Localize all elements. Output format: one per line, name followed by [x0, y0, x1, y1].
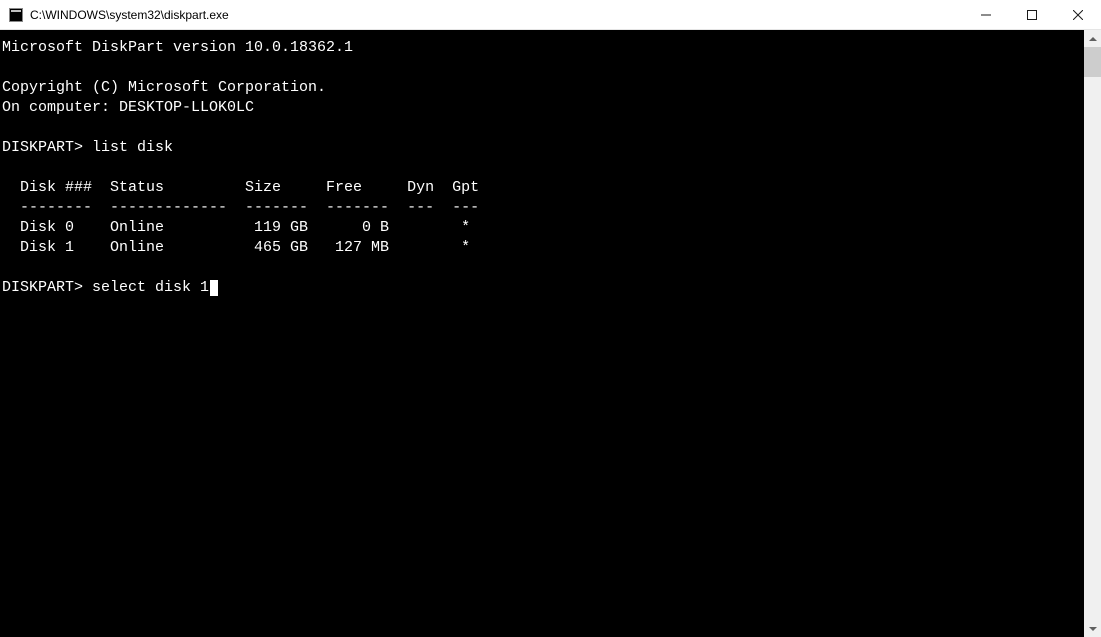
app-icon	[8, 7, 24, 23]
prompt: DISKPART>	[2, 139, 83, 156]
cursor	[210, 280, 218, 296]
window-title: C:\WINDOWS\system32\diskpart.exe	[30, 8, 963, 22]
scroll-up-arrow-icon[interactable]	[1084, 30, 1101, 47]
scroll-track[interactable]	[1084, 47, 1101, 620]
table-header: Disk ### Status Size Free Dyn Gpt	[2, 179, 479, 196]
minimize-button[interactable]	[963, 0, 1009, 29]
window-controls	[963, 0, 1101, 29]
table-divider: -------- ------------- ------- ------- -…	[2, 199, 479, 216]
scroll-down-arrow-icon[interactable]	[1084, 620, 1101, 637]
command-list-disk: list disk	[92, 139, 173, 156]
maximize-button[interactable]	[1009, 0, 1055, 29]
command-select-disk: select disk 1	[92, 279, 209, 296]
vertical-scrollbar[interactable]	[1084, 30, 1101, 637]
table-row: Disk 0 Online 119 GB 0 B *	[2, 219, 470, 236]
table-row: Disk 1 Online 465 GB 127 MB *	[2, 239, 470, 256]
close-button[interactable]	[1055, 0, 1101, 29]
scroll-thumb[interactable]	[1084, 47, 1101, 77]
titlebar: C:\WINDOWS\system32\diskpart.exe	[0, 0, 1101, 30]
copyright-line: Copyright (C) Microsoft Corporation.	[2, 79, 326, 96]
console-output[interactable]: Microsoft DiskPart version 10.0.18362.1 …	[0, 30, 1084, 637]
version-line: Microsoft DiskPart version 10.0.18362.1	[2, 39, 353, 56]
prompt: DISKPART>	[2, 279, 83, 296]
computer-line: On computer: DESKTOP-LLOK0LC	[2, 99, 254, 116]
console-container: Microsoft DiskPart version 10.0.18362.1 …	[0, 30, 1101, 637]
